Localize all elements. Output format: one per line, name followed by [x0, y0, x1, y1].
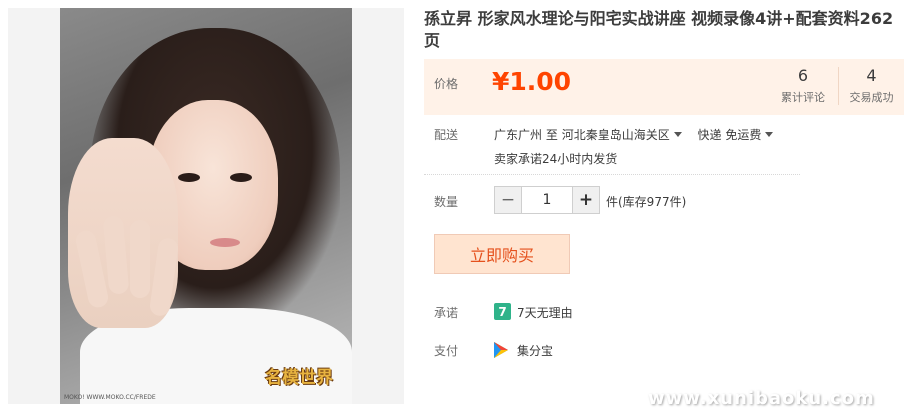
divider	[424, 174, 800, 175]
promise-label: 承诺	[434, 306, 459, 320]
shipping-method-select[interactable]: 快递 免运费	[698, 128, 778, 142]
promise-text[interactable]: 7天无理由	[517, 304, 573, 321]
shipping-row: 广东广州 至 河北秦皇岛山海关区 快递 免运费	[494, 126, 777, 143]
product-image[interactable]: 名模世界 MOKO! WWW.MOKO.CC/FREDE	[8, 8, 404, 404]
price-value: ¥1.00	[492, 67, 572, 96]
photo-finger	[130, 220, 150, 298]
transactions-count: 4	[866, 66, 877, 85]
photo-hand	[68, 138, 180, 328]
chevron-down-icon	[673, 132, 682, 137]
quantity-input[interactable]: 1	[521, 187, 573, 213]
price-panel: 价格 ¥1.00 6 累计评论 4 交易成功	[424, 59, 904, 115]
photo-lips	[210, 238, 240, 247]
chevron-down-icon	[765, 132, 774, 137]
photo-eye-right	[230, 173, 252, 182]
payment-text[interactable]: 集分宝	[517, 342, 553, 359]
quantity-plus-button[interactable]: +	[573, 187, 599, 213]
payment-label: 支付	[434, 344, 459, 358]
photo-finger	[102, 215, 130, 295]
product-title: 孫立昇 形家风水理论与阳宅实战讲座 视频录像4讲+配套资料262页	[424, 9, 894, 50]
buy-now-button[interactable]: 立即购买	[434, 234, 570, 274]
transactions-stat[interactable]: 4 交易成功	[838, 67, 904, 105]
quantity-label: 数量	[434, 195, 459, 209]
product-photo: 名模世界 MOKO! WWW.MOKO.CC/FREDE	[60, 8, 352, 404]
reviews-count: 6	[797, 66, 809, 85]
shipping-label: 配送	[434, 128, 459, 142]
shipping-note: 卖家承诺24小时内发货	[494, 152, 618, 166]
ship-destination: 河北秦皇岛山海关区	[561, 128, 670, 142]
ship-from: 广东广州	[494, 128, 543, 142]
jifenbao-icon	[494, 342, 508, 358]
ship-method: 快递 免运费	[697, 128, 762, 142]
quantity-stepper: − 1 +	[494, 186, 600, 214]
seven-day-icon: 7	[494, 303, 511, 320]
site-watermark: www.xunibaoku.com	[648, 388, 875, 409]
photo-logo: 名模世界	[265, 368, 333, 388]
photo-credit: MOKO! WWW.MOKO.CC/FREDE	[64, 394, 156, 401]
transactions-label: 交易成功	[849, 91, 894, 104]
reviews-label: 累计评论	[781, 91, 825, 104]
stock-text: 件(库存977件)	[606, 195, 687, 209]
reviews-stat[interactable]: 6 累计评论	[770, 67, 836, 105]
photo-eye-left	[178, 173, 200, 182]
quantity-minus-button[interactable]: −	[495, 187, 521, 213]
price-label: 价格	[434, 77, 459, 91]
ship-to-word: 至	[545, 128, 558, 142]
destination-select[interactable]: 河北秦皇岛山海关区	[562, 128, 686, 142]
